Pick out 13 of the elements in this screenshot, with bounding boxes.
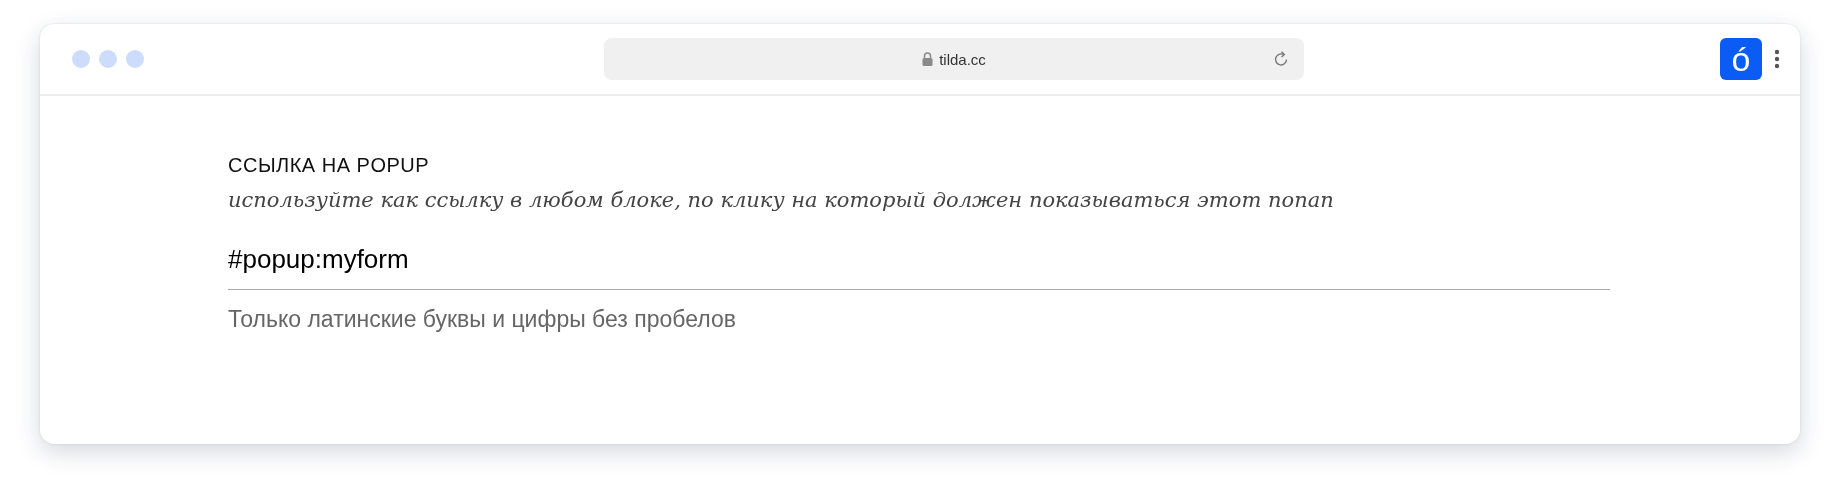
input-field[interactable]: #popup:myform xyxy=(228,226,1610,290)
window-dot[interactable] xyxy=(99,50,117,68)
url-text: tilda.cc xyxy=(939,50,986,68)
more-icon[interactable] xyxy=(1774,48,1780,70)
window-dot[interactable] xyxy=(72,50,90,68)
reload-icon[interactable] xyxy=(1272,50,1290,68)
field-label: ССЫЛКА НА POPUP xyxy=(228,154,431,177)
window-dot[interactable] xyxy=(126,50,144,68)
field-description: используйте как ссылку в любом блоке, по клику на который должен показываться этот попап xyxy=(228,188,1335,212)
extension-button[interactable]: ó xyxy=(1720,38,1762,80)
lock-icon xyxy=(922,52,934,66)
field-hint: Только латинские буквы и цифры без пробелов xyxy=(228,306,737,333)
address-bar[interactable]: tilda.cc xyxy=(604,38,1304,80)
